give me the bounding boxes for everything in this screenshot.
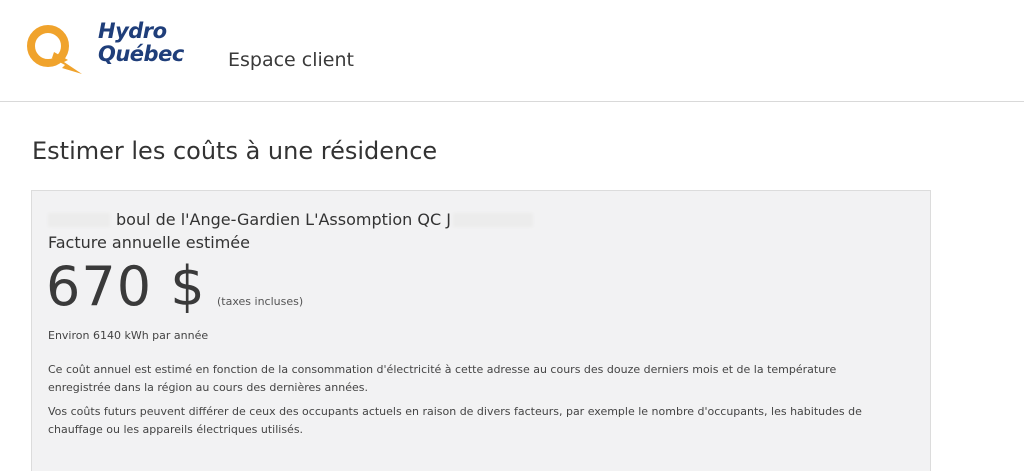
site-header: Hydro Québec Espace client	[0, 0, 1024, 102]
logo-line-2: Québec	[98, 42, 184, 66]
page-title: Estimer les coûts à une résidence	[32, 137, 438, 165]
redacted-postal-code	[452, 213, 533, 227]
hydro-quebec-logo[interactable]: Hydro Québec	[24, 20, 184, 76]
address-text: boul de l'Ange-Gardien L'Assomption QC J	[116, 210, 451, 229]
app-title: Espace client	[228, 49, 354, 71]
estimate-panel: boul de l'Ange-Gardien L'Assomption QC J…	[31, 190, 931, 471]
annual-consumption: Environ 6140 kWh par année	[48, 329, 209, 342]
redacted-civic-number	[48, 213, 110, 227]
estimate-explanation: Ce coût annuel est estimé en fonction de…	[48, 363, 837, 394]
address-line: boul de l'Ange-Gardien L'Assomption QC J	[48, 210, 533, 229]
logo-wordmark: Hydro Québec	[98, 20, 184, 66]
hydro-quebec-q-icon	[27, 25, 82, 74]
logo-line-1: Hydro	[98, 19, 167, 43]
annual-bill-label: Facture annuelle estimée	[48, 233, 250, 252]
annual-bill-amount: 670 $	[46, 255, 206, 318]
taxes-note: (taxes incluses)	[217, 295, 304, 308]
future-costs-disclaimer: Vos coûts futurs peuvent différer de ceu…	[48, 405, 862, 436]
